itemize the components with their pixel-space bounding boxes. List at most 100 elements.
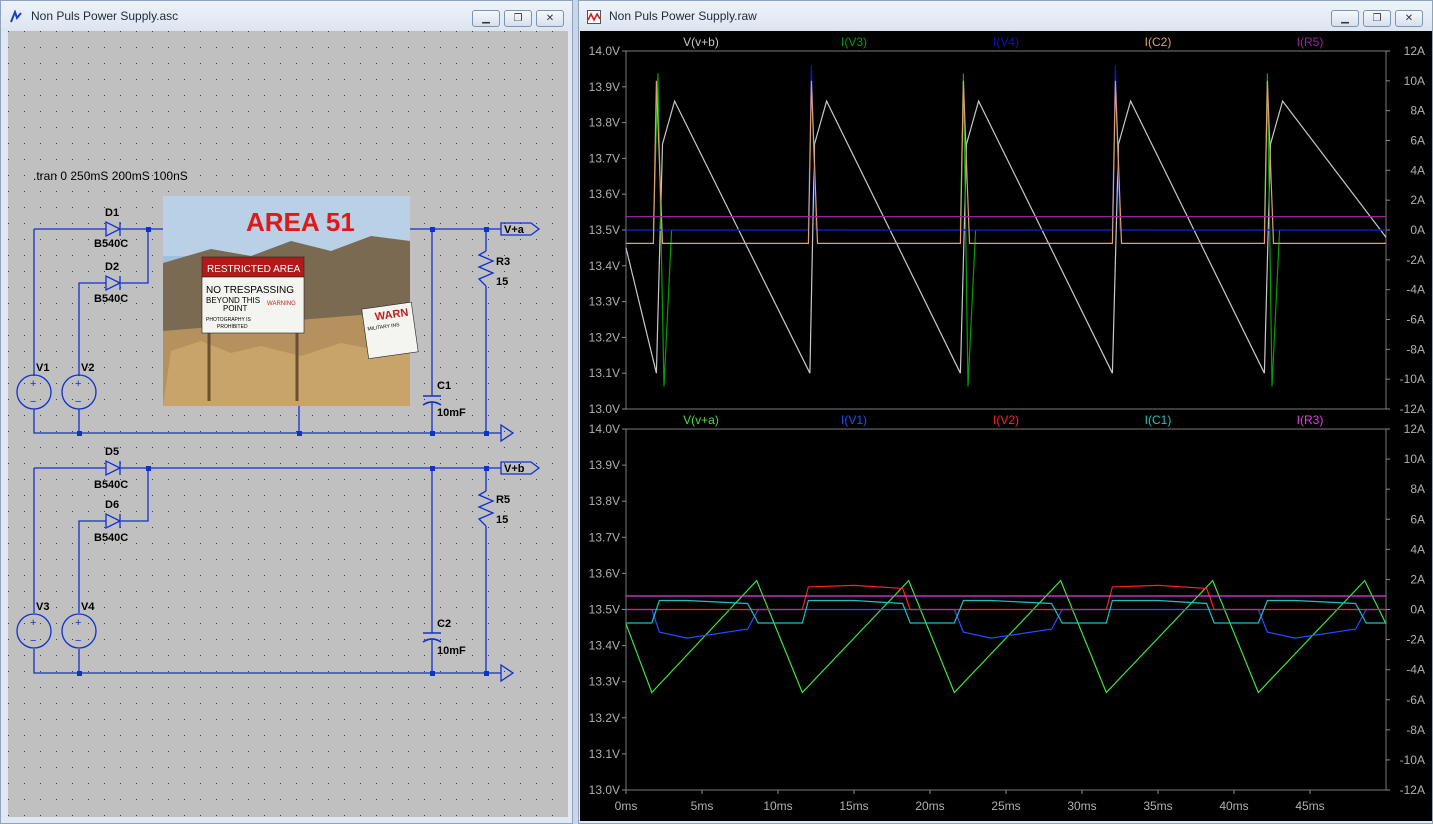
waveform-window[interactable]: Non Puls Power Supply.raw ▁ ❐ ✕ 14.0V 13.… <box>578 0 1433 824</box>
minimize-button[interactable]: ▁ <box>472 10 500 27</box>
net-label-va[interactable]: V+a <box>504 224 525 236</box>
svg-text:+: + <box>30 378 36 390</box>
legend-i-v1[interactable]: I(V1) <box>841 413 867 427</box>
svg-text:+: + <box>75 378 81 390</box>
top-right-tick-label: -12A <box>1400 402 1425 416</box>
schematic-window[interactable]: Non Puls Power Supply.asc ▁ ❐ ✕ .tran 0 … <box>0 0 573 824</box>
sign-photography: PHOTOGRAPHY IS <box>206 317 251 323</box>
label-v4[interactable]: V4 <box>81 601 95 613</box>
restore-icon: ❐ <box>513 13 523 24</box>
x-tick-label: 15ms <box>839 799 868 813</box>
model-d2[interactable]: B540C <box>94 293 128 305</box>
top-right-tick-label: 4A <box>1410 163 1425 177</box>
waveform-title: Non Puls Power Supply.raw <box>609 9 757 23</box>
bottom-left-tick-label: 13.5V <box>589 603 620 617</box>
close-button[interactable]: ✕ <box>536 10 564 27</box>
top-left-tick-label: 13.9V <box>589 80 620 94</box>
spice-directive[interactable]: .tran 0 250mS 200mS 100nS <box>33 169 188 183</box>
label-d6[interactable]: D6 <box>105 499 119 511</box>
legend-v-va[interactable]: V(v+a) <box>683 413 719 427</box>
top-right-tick-label: 0A <box>1410 223 1425 237</box>
sign-warning: WARNING <box>267 301 296 307</box>
svg-text:−: − <box>30 635 36 647</box>
label-v2[interactable]: V2 <box>81 362 94 374</box>
legend-i-c1[interactable]: I(C1) <box>1145 413 1172 427</box>
minimize-icon: ▁ <box>1341 13 1349 24</box>
schematic-title: Non Puls Power Supply.asc <box>31 9 179 23</box>
top-right-tick-label: -4A <box>1406 283 1425 297</box>
label-r5[interactable]: R5 <box>496 494 510 506</box>
sign-prohibited: PROHIBITED <box>217 324 248 330</box>
label-c2[interactable]: C2 <box>437 618 451 630</box>
top-left-tick-label: 13.2V <box>589 330 620 344</box>
model-d5[interactable]: B540C <box>94 479 128 491</box>
x-tick-label: 10ms <box>763 799 792 813</box>
maximize-button-2[interactable]: ❐ <box>1363 10 1391 27</box>
photo-headline: AREA 51 <box>246 207 355 237</box>
waveform-titlebar[interactable]: Non Puls Power Supply.raw ▁ ❐ ✕ <box>579 1 1432 31</box>
top-right-tick-label: 10A <box>1404 74 1425 88</box>
bottom-right-tick-label: 2A <box>1410 572 1425 586</box>
legend-i-r5[interactable]: I(R5) <box>1297 35 1324 49</box>
model-d6[interactable]: B540C <box>94 532 128 544</box>
x-tick-label: 20ms <box>915 799 944 813</box>
close-button-2[interactable]: ✕ <box>1395 10 1423 27</box>
label-v3[interactable]: V3 <box>36 601 49 613</box>
label-r3[interactable]: R3 <box>496 256 510 268</box>
bottom-right-tick-label: -12A <box>1400 783 1425 797</box>
value-c1[interactable]: 10mF <box>437 407 466 419</box>
label-v1[interactable]: V1 <box>36 362 49 374</box>
legend-i-r3[interactable]: I(R3) <box>1297 413 1324 427</box>
svg-text:−: − <box>75 396 81 408</box>
top-right-tick-label: -2A <box>1406 253 1425 267</box>
sign-point: POINT <box>223 304 248 313</box>
top-left-tick-label: 13.8V <box>589 116 620 130</box>
bottom-right-tick-label: 10A <box>1404 452 1425 466</box>
top-left-tick-label: 13.5V <box>589 223 620 237</box>
x-tick-label: 45ms <box>1295 799 1324 813</box>
minimize-button-2[interactable]: ▁ <box>1331 10 1359 27</box>
label-d5[interactable]: D5 <box>105 446 119 458</box>
label-c1[interactable]: C1 <box>437 380 451 392</box>
maximize-button[interactable]: ❐ <box>504 10 532 27</box>
waveform-icon <box>587 10 601 24</box>
schematic-canvas[interactable]: .tran 0 250mS 200mS 100nS +− +− +− +− V+… <box>8 31 568 817</box>
bottom-left-tick-label: 13.4V <box>589 639 620 653</box>
x-tick-label: 30ms <box>1067 799 1096 813</box>
label-d2[interactable]: D2 <box>105 261 119 273</box>
top-right-tick-label: -8A <box>1406 342 1425 356</box>
minimize-icon: ▁ <box>482 13 490 24</box>
bottom-left-tick-label: 13.9V <box>589 458 620 472</box>
schematic-titlebar[interactable]: Non Puls Power Supply.asc ▁ ❐ ✕ <box>1 1 572 31</box>
x-tick-label: 35ms <box>1143 799 1172 813</box>
top-left-tick-label: 13.4V <box>589 259 620 273</box>
value-c2[interactable]: 10mF <box>437 645 466 657</box>
waveform-plot[interactable]: 14.0V 13.9V 13.8V 13.7V 13.6V 13.5V 13.4V 13.3V… <box>580 31 1432 821</box>
legend-i-c2[interactable]: I(C2) <box>1145 35 1172 49</box>
top-left-tick-label: 14.0V <box>589 44 620 58</box>
value-r3[interactable]: 15 <box>496 276 508 288</box>
legend-i-v2[interactable]: I(V2) <box>993 413 1019 427</box>
top-right-tick-label: -6A <box>1406 313 1425 327</box>
area51-photo[interactable]: AREA 51 RESTRICTED AREA NO TRESPASSING B… <box>163 196 419 406</box>
svg-text:+: + <box>75 617 81 629</box>
bottom-left-tick-label: 13.1V <box>589 747 620 761</box>
svg-text:−: − <box>30 396 36 408</box>
legend-v-vb[interactable]: V(v+b) <box>683 35 719 49</box>
value-r5[interactable]: 15 <box>496 514 508 526</box>
bottom-right-tick-label: 12A <box>1404 422 1425 436</box>
bottom-right-tick-label: 6A <box>1410 512 1425 526</box>
top-left-tick-label: 13.0V <box>589 402 620 416</box>
top-right-tick-label: 6A <box>1410 134 1425 148</box>
legend-i-v4[interactable]: I(V4) <box>993 35 1019 49</box>
bottom-right-tick-label: 4A <box>1410 542 1425 556</box>
bottom-right-tick-label: -4A <box>1406 663 1425 677</box>
top-right-tick-label: 2A <box>1410 193 1425 207</box>
bottom-left-tick-label: 14.0V <box>589 422 620 436</box>
legend-i-v3[interactable]: I(V3) <box>841 35 867 49</box>
svg-text:+: + <box>30 617 36 629</box>
net-label-vb[interactable]: V+b <box>504 463 525 475</box>
label-d1[interactable]: D1 <box>105 207 119 219</box>
model-d1[interactable]: B540C <box>94 238 128 250</box>
bottom-right-tick-label: -8A <box>1406 723 1425 737</box>
